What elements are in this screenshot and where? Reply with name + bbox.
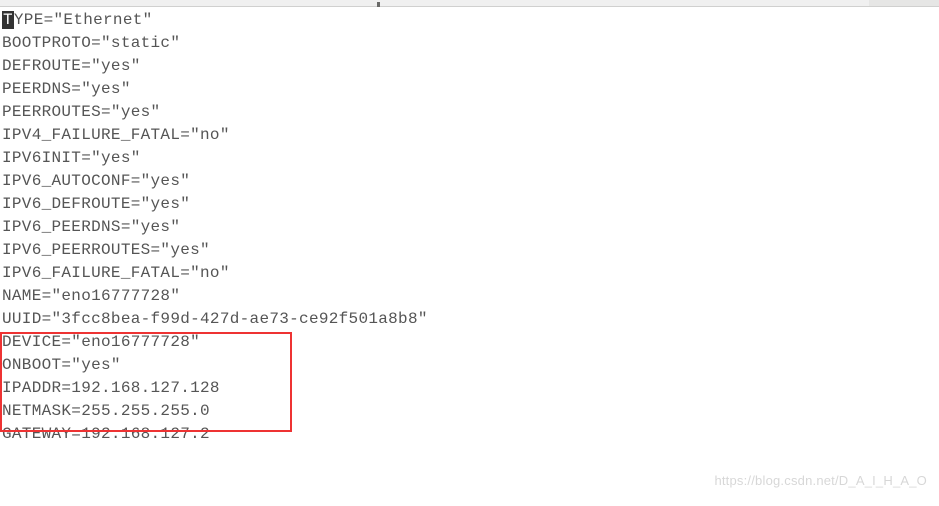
editor-content[interactable]: TYPE="Ethernet" BOOTPROTO="static" DEFRO… <box>0 7 939 446</box>
config-line: TYPE="Ethernet" <box>2 9 939 32</box>
line-text: YPE="Ethernet" <box>14 11 153 29</box>
config-line: NETMASK=255.255.255.0 <box>2 400 939 423</box>
config-line: IPADDR=192.168.127.128 <box>2 377 939 400</box>
titlebar-marker <box>377 2 380 7</box>
config-line: DEFROUTE="yes" <box>2 55 939 78</box>
config-line: IPV6_DEFROUTE="yes" <box>2 193 939 216</box>
config-line: PEERDNS="yes" <box>2 78 939 101</box>
config-line: IPV6_PEERROUTES="yes" <box>2 239 939 262</box>
watermark-text: https://blog.csdn.net/D_A_I_H_A_O <box>714 473 927 488</box>
config-line: ONBOOT="yes" <box>2 354 939 377</box>
config-line: DEVICE="eno16777728" <box>2 331 939 354</box>
config-line: IPV6_PEERDNS="yes" <box>2 216 939 239</box>
config-line: BOOTPROTO="static" <box>2 32 939 55</box>
cursor: T <box>2 11 14 29</box>
window-titlebar <box>0 0 939 7</box>
config-line: UUID="3fcc8bea-f99d-427d-ae73-ce92f501a8… <box>2 308 939 331</box>
config-line: IPV6_AUTOCONF="yes" <box>2 170 939 193</box>
config-line: IPV6INIT="yes" <box>2 147 939 170</box>
config-line: GATEWAY=192.168.127.2 <box>2 423 939 446</box>
config-line: IPV6_FAILURE_FATAL="no" <box>2 262 939 285</box>
config-line: NAME="eno16777728" <box>2 285 939 308</box>
config-line: PEERROUTES="yes" <box>2 101 939 124</box>
config-line: IPV4_FAILURE_FATAL="no" <box>2 124 939 147</box>
titlebar-right-area <box>869 0 939 6</box>
